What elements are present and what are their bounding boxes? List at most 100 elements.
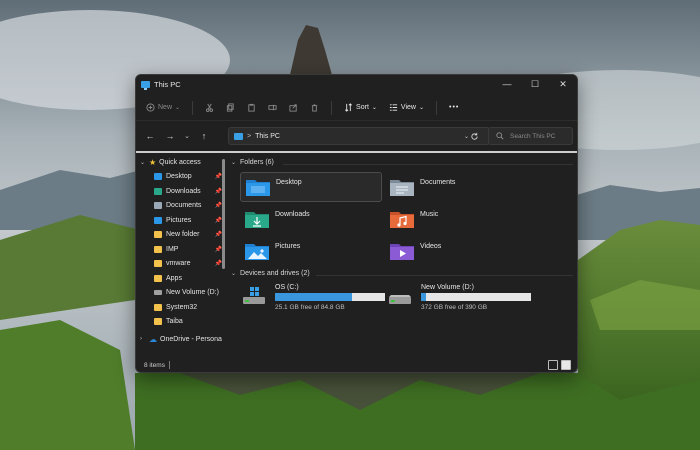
- drive-usage-bar: [275, 293, 385, 301]
- drive-icon: [154, 290, 162, 296]
- close-button[interactable]: ✕: [549, 75, 577, 93]
- item-count: 8 items: [144, 361, 165, 369]
- toolbar-divider: [331, 100, 333, 115]
- folder-icon: [154, 231, 162, 239]
- view-list-icon: [389, 104, 398, 111]
- chevron-down-icon: ⌄: [175, 105, 181, 111]
- copy-icon: [226, 103, 234, 112]
- content-pane: ⌄ Folders (6) Desktop Documents Download…: [231, 155, 577, 359]
- documents-folder-icon: [154, 202, 162, 210]
- chevron-right-icon[interactable]: ›: [140, 336, 149, 342]
- drives-section-header[interactable]: ⌄ Devices and drives (2): [231, 270, 310, 277]
- folder-name: Videos: [420, 242, 442, 250]
- copy-button[interactable]: [226, 103, 235, 112]
- folder-icon: [154, 318, 162, 326]
- folder-tile-music[interactable]: Music: [385, 204, 527, 234]
- forward-button[interactable]: →: [160, 131, 180, 141]
- sort-icon: [345, 103, 353, 112]
- refresh-button[interactable]: [467, 127, 481, 145]
- folder-name: Music: [420, 210, 439, 218]
- folders-section-header[interactable]: ⌄ Folders (6): [231, 159, 274, 166]
- downloads-folder-icon: [245, 212, 269, 228]
- folders-section-title: Folders (6): [240, 159, 274, 166]
- rename-button[interactable]: [268, 103, 277, 112]
- chevron-down-icon[interactable]: ⌄: [231, 270, 236, 277]
- folder-tile-pictures[interactable]: Pictures: [240, 236, 382, 266]
- sidebar-item-taiba[interactable]: Taiba: [136, 315, 226, 330]
- drive-name: New Volume (D:): [421, 284, 474, 291]
- sidebar-item-label: New Volume (D:): [166, 289, 219, 297]
- pin-icon: 📌: [214, 217, 222, 224]
- sidebar-item-downloads[interactable]: Downloads 📌: [136, 184, 226, 199]
- chevron-down-icon[interactable]: ⌄: [231, 159, 236, 166]
- folder-tile-downloads[interactable]: Downloads: [240, 204, 382, 234]
- star-icon: ★: [149, 157, 157, 167]
- more-icon: •••: [449, 104, 460, 111]
- drive-icon: [389, 295, 411, 304]
- sidebar-item-label: vmware: [166, 260, 191, 268]
- folder-tile-videos[interactable]: Videos: [385, 236, 527, 266]
- sidebar-item-label: Taiba: [166, 318, 183, 326]
- window-title: This PC: [154, 79, 181, 89]
- file-explorer-window: This PC — ☐ ✕ New ⌄ Sort ⌄ View ⌄ ••• ← …: [135, 74, 578, 373]
- navigation-bar: ← → ⌄ ↑ > This PC ⌄ Search This PC: [136, 123, 577, 149]
- up-button[interactable]: ↑: [194, 131, 214, 141]
- desktop-folder-icon: [246, 180, 270, 196]
- onedrive-icon: ☁: [149, 334, 157, 344]
- sidebar-item-quick-access[interactable]: ⌄ ★ Quick access: [136, 155, 226, 170]
- pin-icon: 📌: [214, 261, 222, 268]
- details-view-button[interactable]: [548, 360, 558, 370]
- drive-usage-fill: [275, 293, 353, 301]
- paste-button[interactable]: [247, 103, 256, 112]
- scissors-icon: [206, 103, 214, 112]
- status-divider: [168, 361, 170, 369]
- breadcrumb-separator[interactable]: >: [247, 133, 251, 140]
- folder-icon: [154, 245, 162, 253]
- back-button[interactable]: ←: [140, 131, 160, 141]
- desktop-folder-icon: [154, 173, 162, 181]
- drive-tile-c[interactable]: OS (C:) 25.1 GB free of 84.8 GB: [240, 284, 385, 316]
- sidebar-item-desktop[interactable]: Desktop 📌: [136, 170, 226, 185]
- windows-drive-icon: [243, 287, 265, 304]
- delete-button[interactable]: [310, 103, 319, 112]
- this-pc-icon: [234, 132, 243, 140]
- minimize-button[interactable]: —: [493, 75, 521, 93]
- drive-tile-d[interactable]: New Volume (D:) 372 GB free of 390 GB: [386, 284, 531, 316]
- view-button[interactable]: View ⌄: [389, 103, 424, 112]
- search-box[interactable]: Search This PC: [488, 127, 573, 145]
- address-bar[interactable]: > This PC ⌄: [228, 127, 490, 145]
- maximize-button[interactable]: ☐: [521, 75, 549, 93]
- sidebar-item-vmware[interactable]: vmware 📌: [136, 257, 226, 272]
- sidebar-item-label: Downloads: [166, 187, 201, 195]
- sidebar-item-onedrive[interactable]: › ☁ OneDrive - Persona: [136, 332, 226, 347]
- share-button[interactable]: [289, 103, 298, 112]
- tiles-view-button[interactable]: [561, 360, 571, 370]
- toolbar-divider: [436, 100, 437, 115]
- sidebar-item-documents[interactable]: Documents 📌: [136, 199, 226, 214]
- drive-free-space: 25.1 GB free of 84.8 GB: [275, 304, 345, 311]
- title-bar[interactable]: This PC — ☐ ✕: [136, 75, 577, 93]
- sidebar-item-imp[interactable]: IMP 📌: [136, 242, 226, 257]
- new-button[interactable]: New ⌄: [146, 103, 180, 112]
- pin-icon: 📌: [214, 203, 222, 210]
- folder-tile-documents[interactable]: Documents: [385, 172, 527, 202]
- sidebar-item-label: Desktop: [166, 173, 192, 181]
- sidebar-item-pictures[interactable]: Pictures 📌: [136, 213, 226, 228]
- share-icon: [289, 104, 297, 112]
- more-options-button[interactable]: •••: [449, 104, 459, 111]
- sidebar-scrollbar[interactable]: [222, 159, 225, 269]
- cut-button[interactable]: [205, 103, 214, 112]
- sidebar-item-new-folder[interactable]: New folder 📌: [136, 228, 226, 243]
- breadcrumb-this-pc[interactable]: This PC: [255, 133, 280, 140]
- recent-locations-button[interactable]: ⌄: [180, 132, 194, 140]
- folder-tile-desktop[interactable]: Desktop: [240, 172, 382, 202]
- folder-icon: [154, 274, 162, 282]
- sidebar-item-apps[interactable]: Apps: [136, 271, 226, 286]
- new-label: New: [158, 104, 173, 111]
- folder-name: Desktop: [276, 178, 302, 186]
- sidebar-item-new-volume-d[interactable]: New Volume (D:): [136, 286, 226, 301]
- sidebar-item-system32[interactable]: System32: [136, 300, 226, 315]
- pin-icon: 📌: [214, 188, 222, 195]
- sort-button[interactable]: Sort ⌄: [344, 103, 377, 112]
- chevron-down-icon[interactable]: ⌄: [140, 159, 149, 166]
